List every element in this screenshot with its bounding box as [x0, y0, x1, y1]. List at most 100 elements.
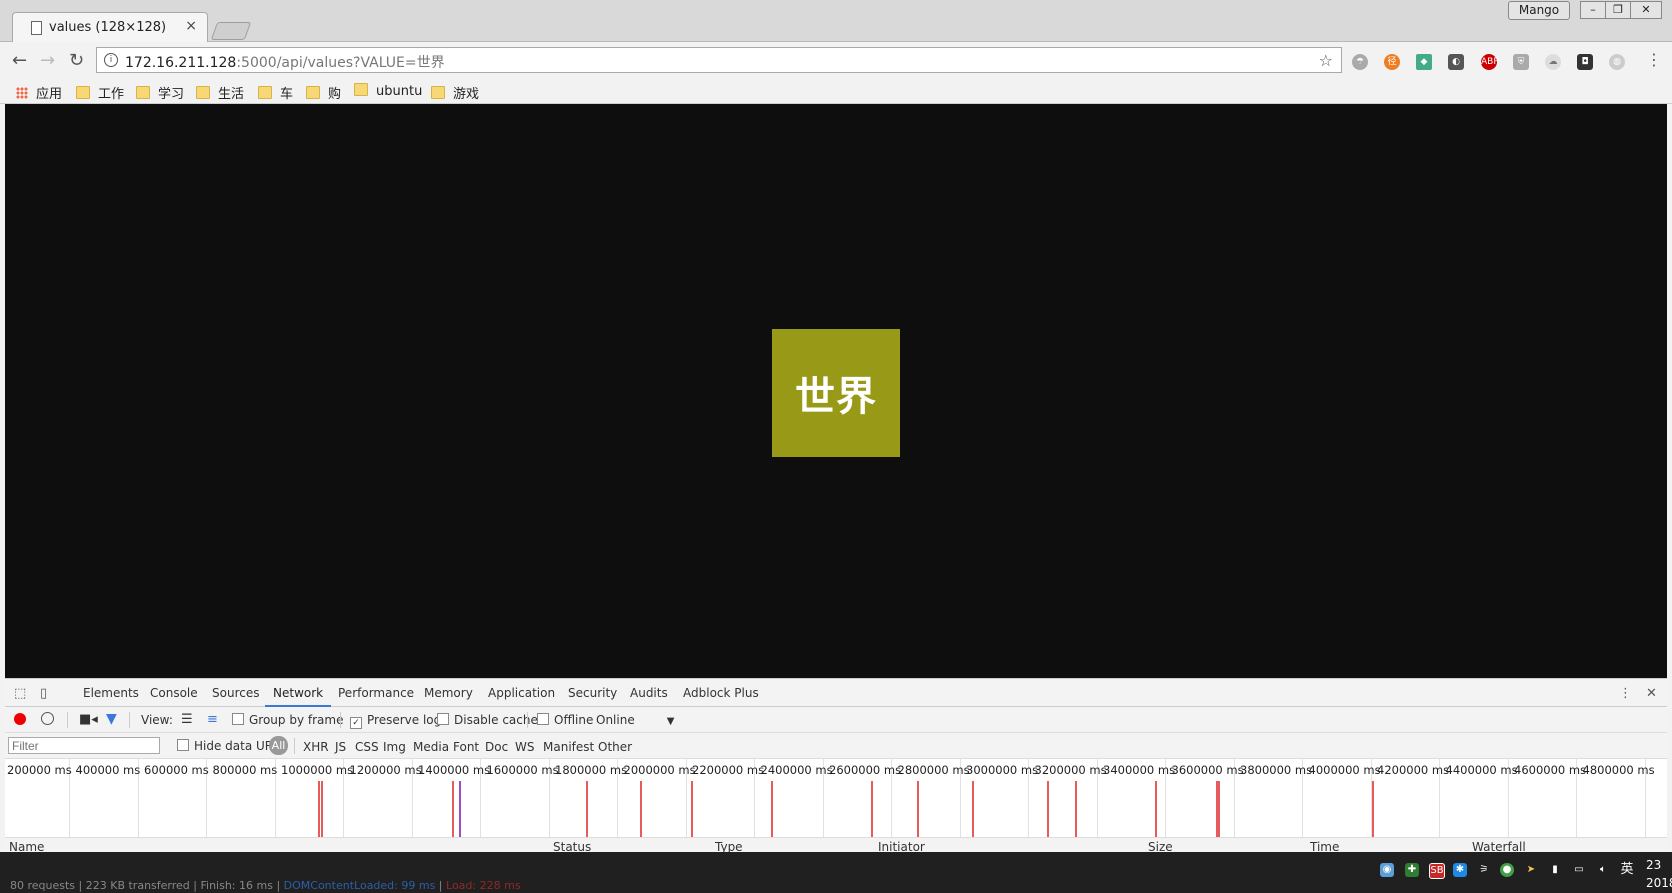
filter-xhr[interactable]: XHR	[303, 740, 329, 754]
filter-icon[interactable]: ▼	[106, 711, 117, 727]
folder-icon	[306, 86, 320, 99]
ime-indicator[interactable]: 英	[1620, 863, 1634, 877]
window-close-icon[interactable]: ✕	[1630, 1, 1662, 19]
timeline-label: 4000000 ms	[1308, 763, 1381, 777]
extension-cloud-icon[interactable]: ☁	[1545, 54, 1561, 70]
filter-css[interactable]: CSS	[355, 740, 379, 754]
bookmark-apps[interactable]: 应用	[16, 83, 62, 102]
network-overview[interactable]: 200000 ms 400000 ms 600000 ms 800000 ms 1000…	[5, 759, 1667, 838]
tray-arrow-icon[interactable]: ➤	[1524, 863, 1538, 877]
extension-bulb-icon[interactable]: ◐	[1448, 54, 1464, 70]
extension-shield-icon[interactable]: ⛨	[1513, 54, 1529, 70]
tab-memory[interactable]: Memory	[424, 686, 473, 700]
clear-icon[interactable]	[41, 712, 54, 725]
folder-icon	[76, 86, 90, 99]
bookmark-folder[interactable]: ubuntu	[354, 83, 422, 99]
filter-doc[interactable]: Doc	[485, 740, 508, 754]
tray-shield-icon[interactable]: ✚	[1405, 863, 1419, 877]
request-marker	[1372, 781, 1374, 837]
throttling-select[interactable]: Online ▼	[596, 713, 674, 727]
filter-all[interactable]: All	[269, 736, 288, 755]
devtools-close-icon[interactable]: ✕	[1646, 686, 1657, 701]
tab-console[interactable]: Console	[150, 686, 198, 700]
timeline-label: 3000000 ms	[966, 763, 1039, 777]
profile-button[interactable]: Mango	[1508, 1, 1570, 20]
group-by-frame-checkbox[interactable]: Group by frame	[232, 713, 343, 727]
timeline-label: 1600000 ms	[486, 763, 559, 777]
filter-font[interactable]: Font	[453, 740, 479, 754]
disable-cache-checkbox[interactable]: Disable cache	[437, 713, 538, 727]
page-icon	[31, 21, 42, 35]
taskbar-clock[interactable]: 23 2018	[1646, 856, 1672, 892]
tab-close-icon[interactable]: ×	[185, 18, 197, 34]
tray-network-icon[interactable]: ⚞	[1477, 863, 1491, 877]
timeline-label: 2000000 ms	[623, 763, 696, 777]
tab-security[interactable]: Security	[568, 686, 617, 700]
timeline-label: 3200000 ms	[1034, 763, 1107, 777]
inspect-element-icon[interactable]: ⬚	[14, 686, 26, 701]
filter-img[interactable]: Img	[383, 740, 406, 754]
tab-adblock-plus[interactable]: Adblock Plus	[683, 686, 759, 700]
browser-tab[interactable]: values (128×128) ×	[12, 12, 208, 42]
extension-orange-icon[interactable]: 径	[1384, 54, 1400, 70]
filter-ws[interactable]: WS	[515, 740, 534, 754]
maximize-icon[interactable]: ❐	[1605, 1, 1631, 19]
capture-screenshots-icon[interactable]: ■◂	[79, 712, 98, 727]
bookmark-star-icon[interactable]: ☆	[1319, 51, 1333, 70]
tab-application[interactable]: Application	[488, 686, 555, 700]
forward-icon[interactable]: →	[40, 50, 55, 71]
request-marker	[1218, 781, 1220, 837]
new-tab-button[interactable]	[210, 22, 252, 40]
tray-display-icon[interactable]: ▭	[1572, 863, 1586, 877]
view-label: View:	[141, 713, 173, 727]
preserve-log-checkbox[interactable]: ✓ Preserve log	[350, 713, 441, 729]
bookmark-folder[interactable]: 工作	[76, 83, 124, 102]
record-icon[interactable]	[14, 713, 26, 725]
filter-other[interactable]: Other	[598, 740, 632, 754]
filter-input[interactable]	[8, 737, 160, 754]
request-marker	[691, 781, 693, 837]
tab-sources[interactable]: Sources	[212, 686, 259, 700]
bookmark-folder[interactable]: 生活	[196, 83, 244, 102]
bookmark-folder[interactable]: 购	[306, 83, 341, 102]
bookmark-folder[interactable]: 游戏	[431, 83, 479, 102]
devtools-menu-icon[interactable]: ⋮	[1619, 686, 1632, 701]
device-toolbar-icon[interactable]: ▯	[40, 686, 47, 701]
reload-icon[interactable]: ↻	[69, 50, 84, 71]
tab-audits[interactable]: Audits	[630, 686, 668, 700]
tray-volume-icon[interactable]: 🔈︎	[1596, 863, 1610, 877]
browser-toolbar: ← → ↻ i 172.16.211.128:5000/api/values?V…	[0, 42, 1672, 78]
address-bar[interactable]: i 172.16.211.128:5000/api/values?VALUE=世…	[96, 47, 1342, 73]
extension-google-icon[interactable]: ◆	[1416, 54, 1432, 70]
back-icon[interactable]: ←	[12, 50, 27, 71]
extension-umbrella-icon[interactable]: ☂	[1352, 54, 1368, 70]
filter-media[interactable]: Media	[413, 740, 449, 754]
url-text[interactable]: 172.16.211.128:5000/api/values?VALUE=世界	[125, 52, 445, 72]
tray-storage-icon[interactable]: ◉	[1380, 863, 1394, 877]
adblock-plus-icon[interactable]: ABP	[1481, 54, 1499, 70]
filter-js[interactable]: JS	[335, 740, 346, 754]
extension-weibo-icon[interactable]: ◍	[1609, 54, 1625, 70]
timeline-label: 3400000 ms	[1103, 763, 1176, 777]
minimize-icon[interactable]: –	[1580, 1, 1606, 19]
timeline-label: 600000 ms	[144, 763, 209, 777]
filter-manifest[interactable]: Manifest	[543, 740, 594, 754]
large-rows-icon[interactable]: ☰	[181, 712, 193, 727]
tray-bluetooth-icon[interactable]: ✱	[1453, 863, 1467, 877]
overview-icon[interactable]: ≡	[207, 712, 218, 727]
site-info-icon[interactable]: i	[104, 53, 118, 67]
tab-network[interactable]: Network	[264, 686, 332, 707]
network-toolbar: ■◂ ▼ View: ☰ ≡ Group by frame ✓ Preserve …	[5, 707, 1667, 733]
tray-sb-icon[interactable]: SB	[1429, 863, 1445, 879]
chrome-menu-icon[interactable]: ⋮	[1646, 50, 1662, 69]
bookmark-folder[interactable]: 学习	[136, 83, 184, 102]
bookmark-folder[interactable]: 车	[258, 83, 293, 102]
tab-performance[interactable]: Performance	[338, 686, 414, 700]
tray-wechat-icon[interactable]: ●	[1500, 863, 1514, 877]
requests-count: 80 requests	[10, 879, 76, 892]
tab-elements[interactable]: Elements	[83, 686, 139, 700]
offline-checkbox[interactable]: Offline	[537, 713, 593, 727]
extension-mask-icon[interactable]: ◘	[1577, 54, 1593, 70]
tray-usb-icon[interactable]: ▮	[1548, 863, 1562, 877]
network-summary: 80 requests | 223 KB transferred | Finis…	[10, 879, 521, 892]
